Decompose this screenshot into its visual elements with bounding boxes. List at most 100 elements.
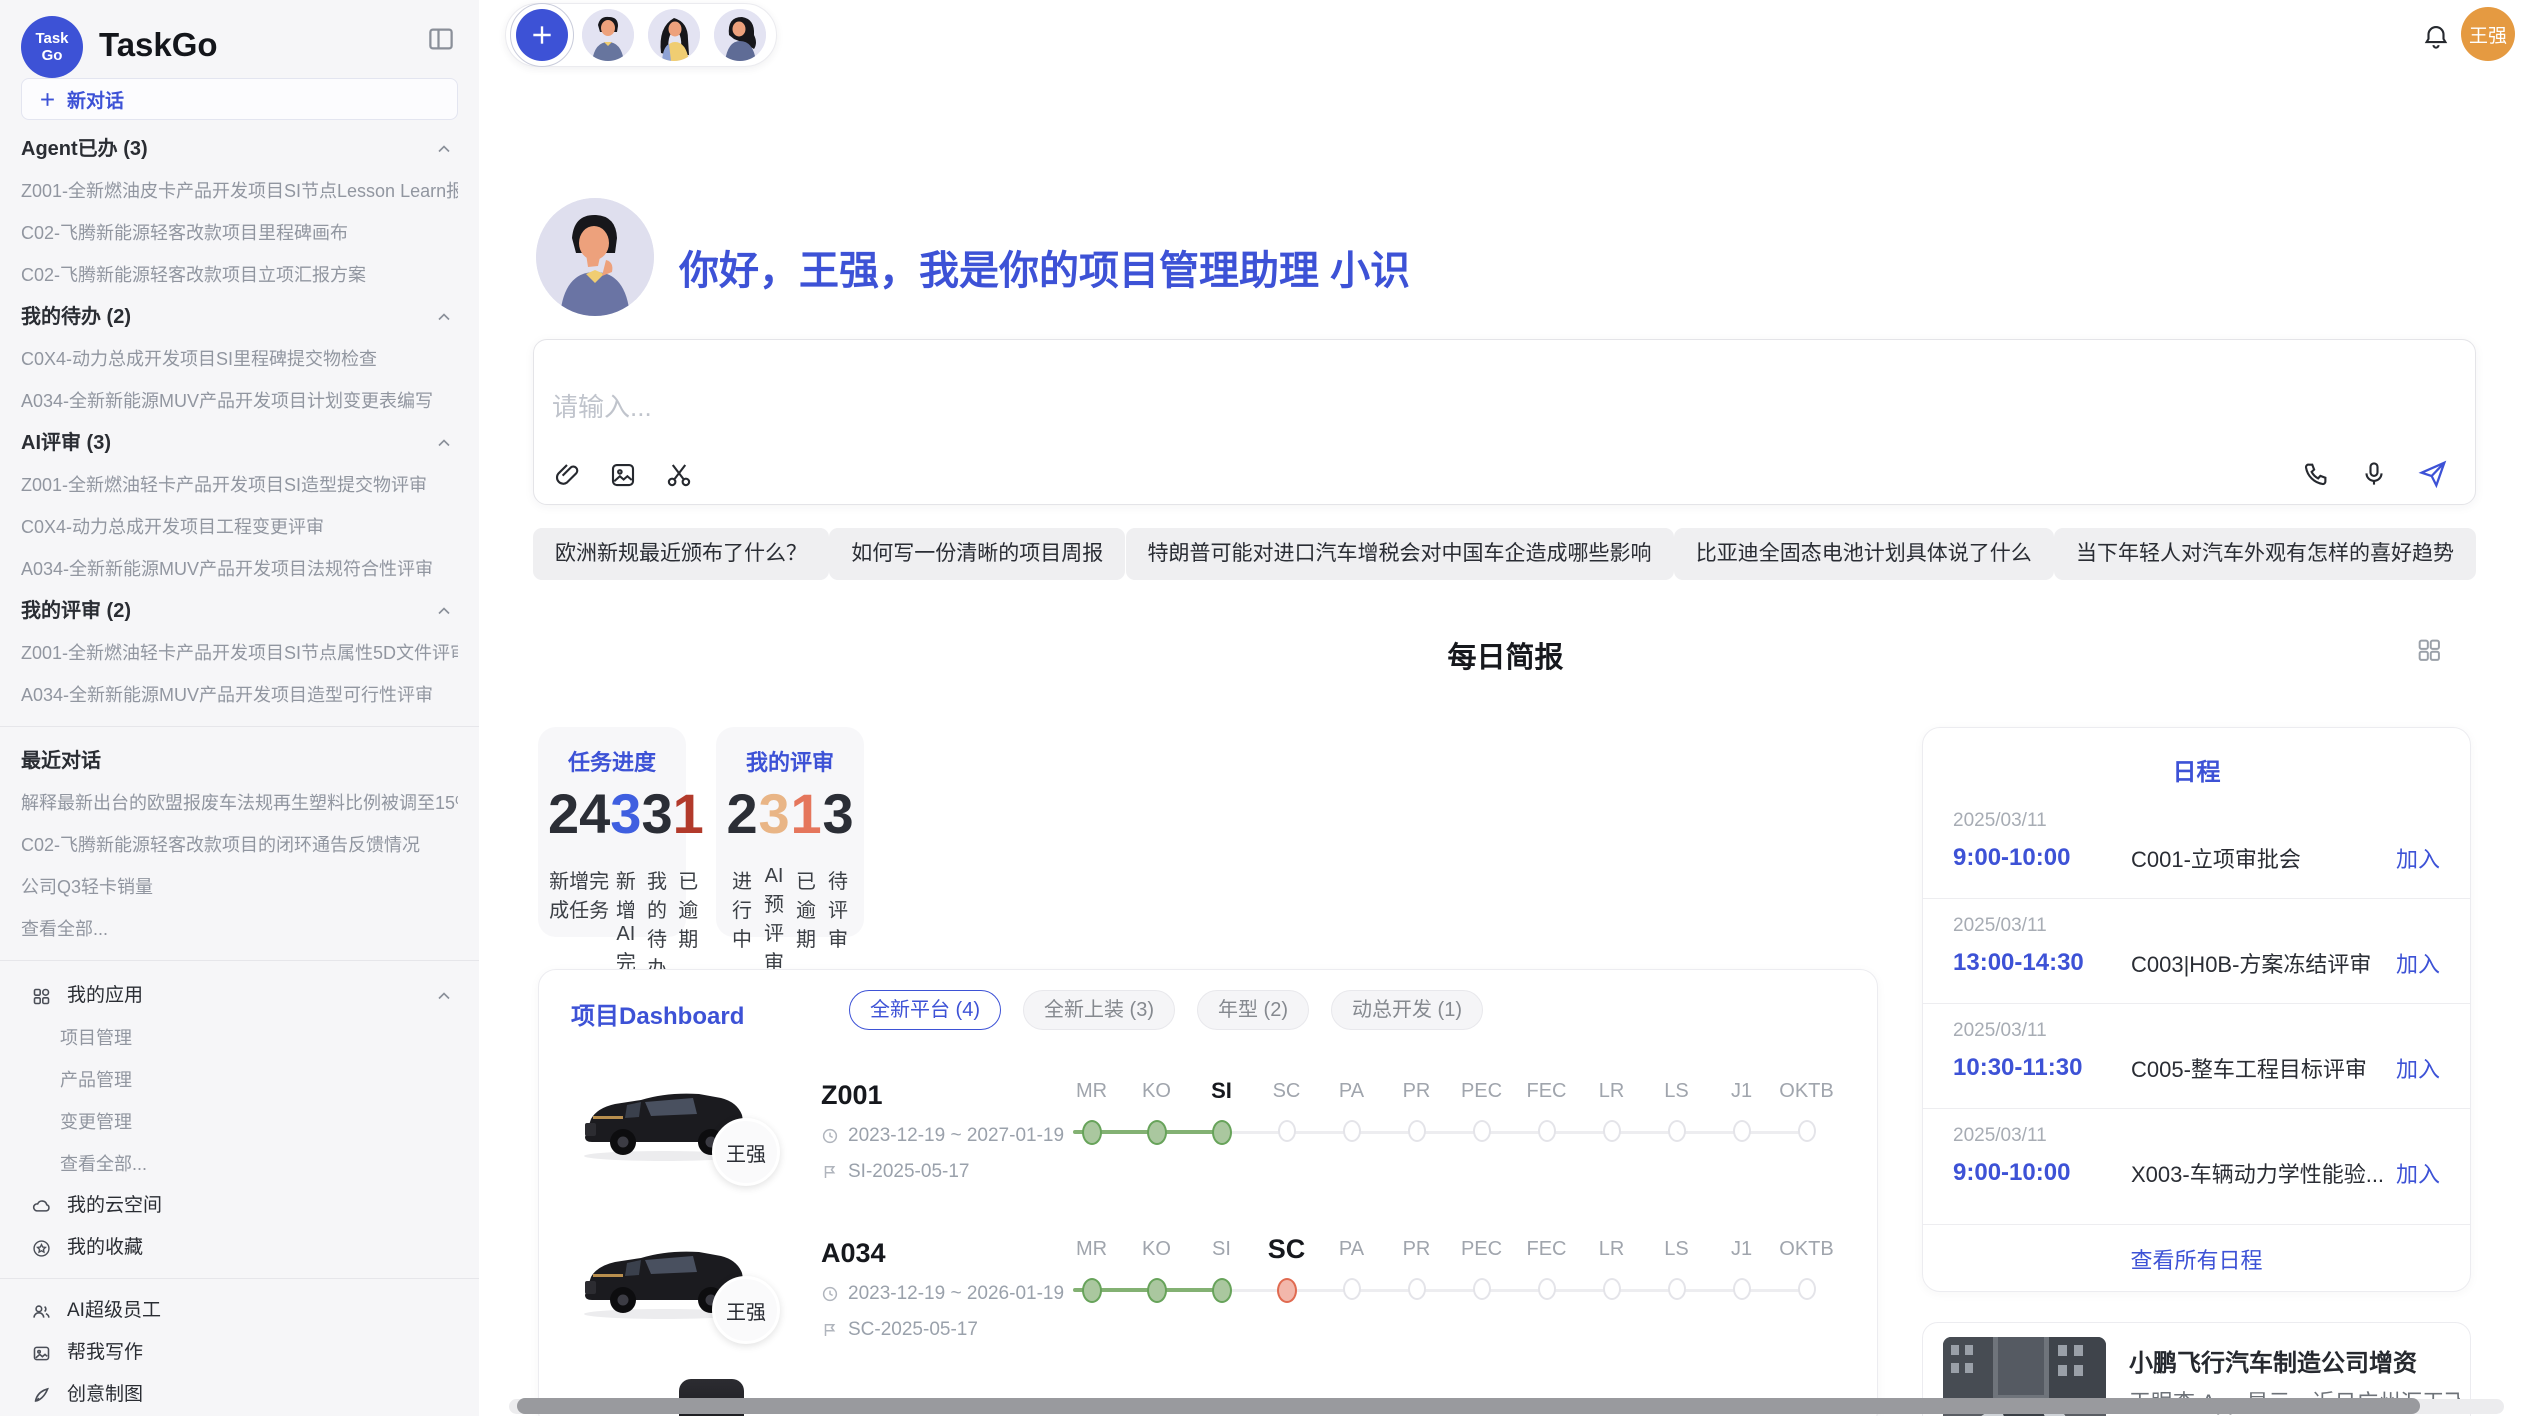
teammate-avatar-1[interactable] (582, 9, 634, 61)
milestone: SI (1189, 1234, 1254, 1303)
milestone-dot[interactable] (1212, 1278, 1232, 1303)
milestone-dot[interactable] (1408, 1278, 1426, 1300)
join-meeting-link[interactable]: 加入 (2396, 1052, 2440, 1084)
layout-grid-icon[interactable] (2415, 636, 2443, 664)
add-agent-button[interactable] (516, 9, 568, 61)
sidebar-my-apps: 我的应用 项目管理 产品管理 变更管理 查看全部... (21, 975, 458, 1269)
recent-conversation-item[interactable]: C02-飞腾新能源轻客改款项目的闭环通告反馈情况 (21, 824, 458, 866)
milestone-track: MR KO SI (1059, 1234, 1841, 1334)
chevron-up-icon[interactable] (434, 986, 454, 1006)
dashboard-tab[interactable]: 动总开发 (1) (1331, 990, 1483, 1030)
milestone-dot[interactable] (1147, 1120, 1167, 1145)
sidebar-item-help-me-write[interactable]: 帮我写作 (21, 1332, 458, 1374)
sidebar-section-header[interactable]: AI评审 (3) (21, 422, 458, 464)
milestone-dot[interactable] (1733, 1278, 1751, 1300)
dashboard-tab[interactable]: 年型 (2) (1197, 990, 1309, 1030)
chat-input[interactable] (552, 392, 1752, 423)
new-chat-button[interactable]: 新对话 (21, 78, 458, 120)
milestone-dot[interactable] (1473, 1120, 1491, 1142)
notification-bell-icon[interactable] (2421, 22, 2451, 54)
milestone-dot[interactable] (1082, 1278, 1102, 1303)
horizontal-scrollbar-thumb[interactable] (517, 1398, 2420, 1414)
sidebar-section-header[interactable]: 我的评审 (2) (21, 590, 458, 632)
dashboard-tab[interactable]: 全新平台 (4) (849, 990, 1001, 1030)
sidebar-app-item[interactable]: 查看全部... (21, 1143, 458, 1185)
chevron-up-icon[interactable] (434, 433, 454, 453)
suggestion-chip[interactable]: 特朗普可能对进口汽车增税会对中国车企造成哪些影响 (1126, 528, 1674, 580)
chevron-up-icon[interactable] (434, 307, 454, 327)
milestone-label: PR (1403, 1076, 1431, 1106)
milestone-dot[interactable] (1538, 1120, 1556, 1142)
teammate-avatar-2[interactable] (648, 9, 700, 61)
app-logo[interactable]: Task Go (21, 16, 83, 78)
sidebar-app-item[interactable]: 项目管理 (21, 1017, 458, 1059)
milestone-dot[interactable] (1278, 1120, 1296, 1142)
sidebar-task-item[interactable]: Z001-全新燃油皮卡产品开发项目SI节点Lesson Learn报告 (21, 170, 458, 212)
join-meeting-link[interactable]: 加入 (2396, 842, 2440, 874)
scissors-icon[interactable] (664, 460, 694, 490)
send-icon[interactable] (2417, 458, 2449, 490)
recent-conversation-item[interactable]: 解释最新出台的欧盟报废车法规再生塑料比例被调至15%... (21, 782, 458, 824)
milestone-dot[interactable] (1798, 1120, 1816, 1142)
milestone-dot[interactable] (1277, 1278, 1297, 1303)
sidebar-task-item[interactable]: C0X4-动力总成开发项目SI里程碑提交物检查 (21, 338, 458, 380)
sidebar-collapse-icon[interactable] (426, 24, 456, 54)
sidebar-task-item[interactable]: A034-全新新能源MUV产品开发项目造型可行性评审 (21, 674, 458, 716)
milestone-dot[interactable] (1343, 1120, 1361, 1142)
stat-value: 2 (726, 779, 758, 849)
sidebar-task-item[interactable]: A034-全新新能源MUV产品开发项目计划变更表编写 (21, 380, 458, 422)
milestone-dot[interactable] (1798, 1278, 1816, 1300)
sidebar-section-header[interactable]: 我的待办 (2) (21, 296, 458, 338)
sidebar-item-favorites[interactable]: 我的收藏 (21, 1227, 458, 1269)
suggestion-chip[interactable]: 欧洲新规最近颁布了什么？ (533, 528, 829, 580)
sidebar-app-item[interactable]: 变更管理 (21, 1101, 458, 1143)
user-avatar[interactable]: 王强 (2461, 7, 2515, 61)
milestone-dot[interactable] (1147, 1278, 1167, 1303)
sidebar-task-item[interactable]: C02-飞腾新能源轻客改款项目里程碑画布 (21, 212, 458, 254)
milestone-dot[interactable] (1473, 1278, 1491, 1300)
suggestion-chip[interactable]: 当下年轻人对汽车外观有怎样的喜好趋势 (2054, 528, 2476, 580)
milestone-dot[interactable] (1603, 1278, 1621, 1300)
join-meeting-link[interactable]: 加入 (2396, 947, 2440, 979)
milestone: MR (1059, 1076, 1124, 1145)
sidebar-item-cloud-space[interactable]: 我的云空间 (21, 1185, 458, 1227)
milestone-dot[interactable] (1082, 1120, 1102, 1145)
sidebar-section-header[interactable]: Agent已办 (3) (21, 128, 458, 170)
milestone-dot[interactable] (1603, 1120, 1621, 1142)
milestone-dot[interactable] (1668, 1120, 1686, 1142)
suggestion-chip[interactable]: 如何写一份清晰的项目周报 (829, 528, 1125, 580)
recent-conversation-item[interactable]: 查看全部... (21, 908, 458, 950)
event-date: 2025/03/11 (1953, 810, 2440, 832)
milestone-dot[interactable] (1212, 1120, 1232, 1145)
voice-call-icon[interactable] (2301, 459, 2331, 489)
teammate-avatar-3[interactable] (714, 9, 766, 61)
sidebar-app-item[interactable]: 产品管理 (21, 1059, 458, 1101)
sidebar-task-item[interactable]: A034-全新新能源MUV产品开发项目法规符合性评审 (21, 548, 458, 590)
sidebar-task-item[interactable]: C02-飞腾新能源轻客改款项目立项汇报方案 (21, 254, 458, 296)
view-all-schedule-link[interactable]: 查看所有日程 (1923, 1224, 2470, 1275)
microphone-icon[interactable] (2359, 459, 2389, 489)
suggestion-chip[interactable]: 比亚迪全固态电池计划具体说了什么 (1674, 528, 2054, 580)
sidebar-task-item[interactable]: C0X4-动力总成开发项目工程变更评审 (21, 506, 458, 548)
image-upload-icon[interactable] (608, 460, 638, 490)
main-area: 王强 你好，王强，我是你的项目管理助理 小识 (479, 0, 2532, 1416)
sidebar-task-item[interactable]: Z001-全新燃油轻卡产品开发项目SI节点属性5D文件评审 (21, 632, 458, 674)
milestone-dot[interactable] (1538, 1278, 1556, 1300)
sidebar-task-item[interactable]: Z001-全新燃油轻卡产品开发项目SI造型提交物评审 (21, 464, 458, 506)
project-code[interactable]: Z001 (821, 1080, 1064, 1111)
dashboard-tab[interactable]: 全新上装 (3) (1023, 990, 1175, 1030)
recent-conversation-item[interactable]: 公司Q3轻卡销量 (21, 866, 458, 908)
chevron-up-icon[interactable] (434, 601, 454, 621)
sidebar-item-ai-super-staff[interactable]: AI超级员工 (21, 1290, 458, 1332)
project-code[interactable]: A034 (821, 1238, 1064, 1269)
milestone-dot[interactable] (1408, 1120, 1426, 1142)
milestone-dot[interactable] (1343, 1278, 1361, 1300)
attachment-icon[interactable] (552, 460, 582, 490)
sidebar-item-my-apps[interactable]: 我的应用 (21, 975, 458, 1017)
join-meeting-link[interactable]: 加入 (2396, 1157, 2440, 1189)
sidebar-item-creative-drawing[interactable]: 创意制图 (21, 1374, 458, 1416)
chevron-up-icon[interactable] (434, 139, 454, 159)
milestone-dot[interactable] (1733, 1120, 1751, 1142)
star-badge-icon (31, 1238, 52, 1259)
milestone-dot[interactable] (1668, 1278, 1686, 1300)
